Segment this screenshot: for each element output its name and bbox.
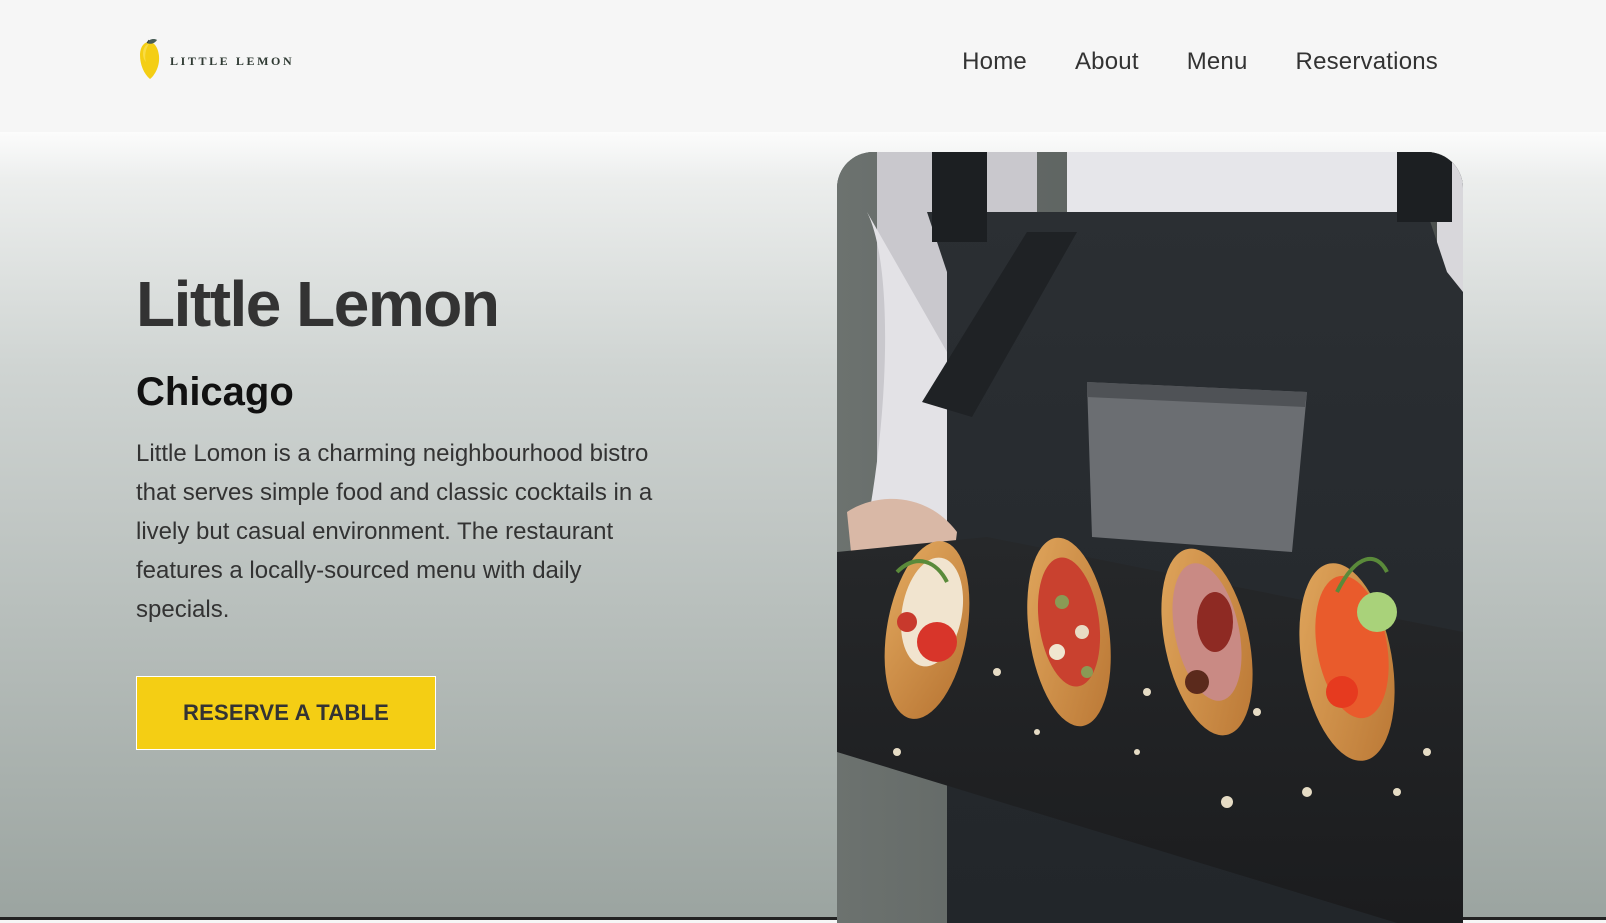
main-nav: Home About Menu Reservations: [962, 48, 1438, 76]
landing-page: LITTLE LEMON Home About Menu Reservation…: [0, 0, 1606, 923]
lemon-icon: [140, 39, 160, 79]
hero-subtitle: Chicago: [136, 370, 294, 414]
site-header: LITTLE LEMON Home About Menu Reservation…: [0, 0, 1606, 132]
hero-description: Little Lomon is a charming neighbourhood…: [136, 440, 653, 623]
hero-title: Little Lemon: [136, 268, 500, 340]
logo-wordmark: LITTLE LEMON: [170, 53, 295, 68]
nav-reservations-link[interactable]: Reservations: [1296, 48, 1438, 76]
hero-image: [837, 152, 1463, 923]
nav-menu-link[interactable]: Menu: [1187, 48, 1248, 76]
nav-home-link[interactable]: Home: [962, 48, 1027, 76]
nav-about-link[interactable]: About: [1075, 48, 1139, 76]
site-logo[interactable]: LITTLE LEMON: [136, 38, 294, 82]
reserve-table-button[interactable]: RESERVE A TABLE: [136, 676, 436, 750]
chef-holding-bruschetta-platter-image: [837, 152, 1463, 923]
